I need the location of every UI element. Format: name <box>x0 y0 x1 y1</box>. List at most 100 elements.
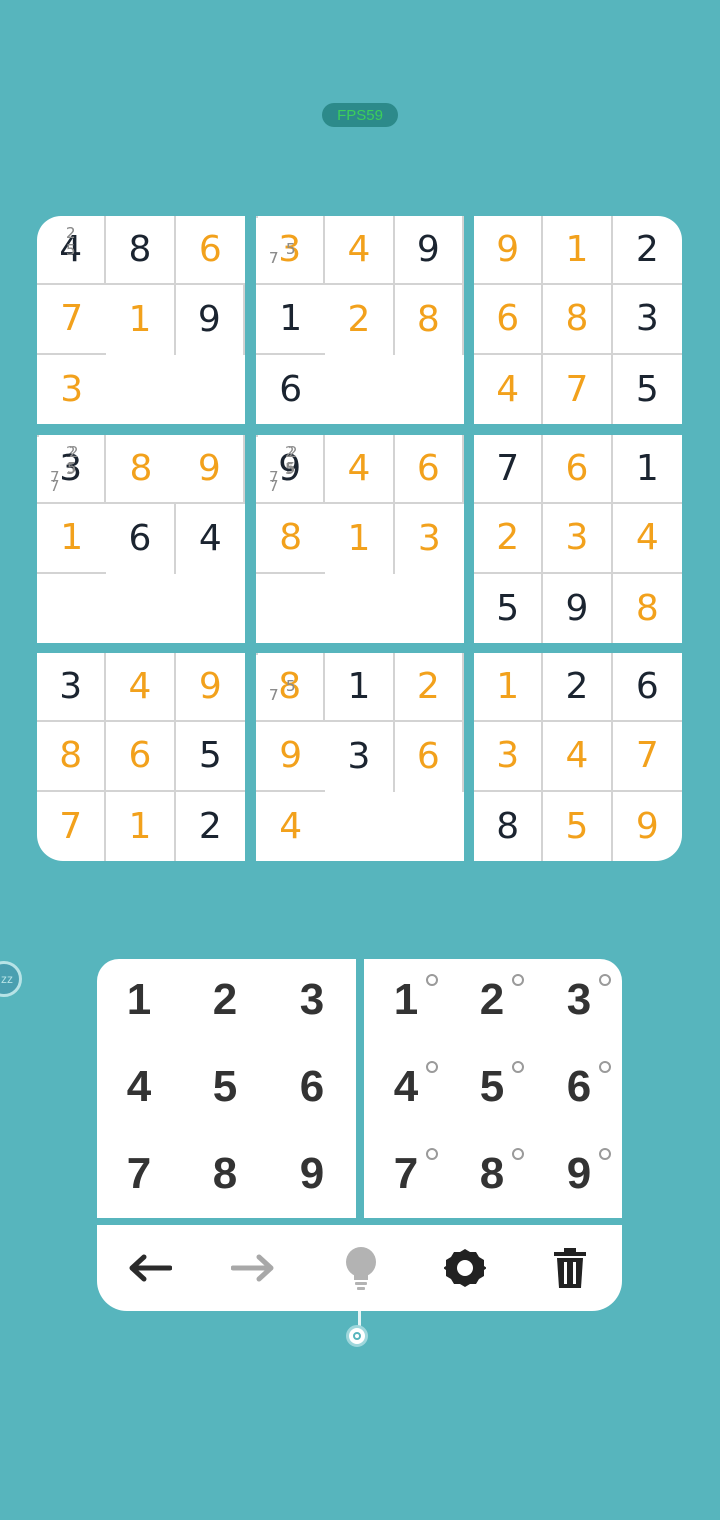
sudoku-cell[interactable]: 6 <box>256 355 325 424</box>
sudoku-cell[interactable]: 1 <box>325 653 395 723</box>
sudoku-cell[interactable]: 8 <box>543 285 613 355</box>
sudoku-cell[interactable]: 4 <box>256 792 325 861</box>
note-key[interactable]: 1 <box>366 960 446 1040</box>
undo-button[interactable] <box>124 1245 174 1291</box>
note-key[interactable]: 4 <box>366 1047 446 1127</box>
sudoku-cell[interactable]: 9 <box>175 435 245 505</box>
sleep-button[interactable]: zz <box>0 961 22 997</box>
sudoku-cell[interactable]: 6 <box>474 285 544 355</box>
sudoku-cell[interactable]: 2 <box>394 653 464 723</box>
sudoku-cell[interactable]: 1 <box>474 653 544 723</box>
sudoku-cell[interactable]: 3 <box>612 285 682 355</box>
sudoku-cell[interactable]: 2 <box>325 285 395 355</box>
number-key[interactable]: 4 <box>99 1047 179 1127</box>
cell-value: 8 <box>279 517 303 559</box>
drag-handle[interactable] <box>346 1325 368 1347</box>
sudoku-cell[interactable]: 4 <box>106 653 176 723</box>
sudoku-cell[interactable]: 4 <box>612 504 682 574</box>
sudoku-cell[interactable]: 1 <box>106 285 176 355</box>
note-key[interactable]: 9 <box>539 1134 619 1214</box>
sudoku-cell[interactable]: 8 <box>37 722 107 792</box>
sudoku-cell[interactable]: 8 <box>395 285 464 355</box>
sudoku-cell[interactable]: 8 <box>613 574 682 643</box>
sudoku-cell[interactable]: 7 <box>612 722 682 792</box>
number-key[interactable]: 7 <box>99 1134 179 1214</box>
hint-button[interactable] <box>336 1245 386 1291</box>
note-key-label: 6 <box>566 1062 592 1111</box>
sudoku-cell[interactable]: 25 <box>37 216 76 258</box>
sudoku-cell[interactable]: 5 <box>543 791 613 861</box>
sudoku-cell[interactable]: 57 <box>256 435 296 485</box>
cell-value: 1 <box>60 517 84 559</box>
sudoku-cell[interactable]: 6 <box>394 435 464 505</box>
number-key[interactable]: 8 <box>185 1134 265 1214</box>
sudoku-cell[interactable]: 8 <box>106 216 176 286</box>
sudoku-cell[interactable]: 57 <box>256 653 296 703</box>
number-key[interactable]: 2 <box>185 960 265 1040</box>
note-key[interactable]: 8 <box>452 1134 532 1214</box>
delete-button[interactable] <box>545 1245 595 1291</box>
sudoku-cell[interactable]: 5 <box>613 355 682 424</box>
sudoku-cell[interactable]: 9 <box>176 285 245 355</box>
sudoku-cell[interactable]: 4 <box>543 722 613 792</box>
sudoku-cell[interactable]: 5 <box>474 573 544 643</box>
sudoku-cell[interactable]: 3 <box>325 722 395 792</box>
note-key[interactable]: 5 <box>452 1047 532 1127</box>
sudoku-cell[interactable]: 4 <box>474 354 544 424</box>
sudoku-cell[interactable]: 2 <box>543 653 613 723</box>
sudoku-cell[interactable]: 9 <box>175 653 245 723</box>
sudoku-cell[interactable]: 9 <box>474 216 544 286</box>
sudoku-cell[interactable]: 8 <box>106 435 176 505</box>
cell-value: 2 <box>416 666 440 708</box>
sudoku-cell[interactable]: 3 <box>37 355 106 424</box>
sudoku-cell[interactable]: 6 <box>106 504 176 574</box>
sudoku-cell[interactable]: 6 <box>395 722 464 792</box>
sudoku-cell[interactable]: 7 <box>474 435 544 505</box>
sudoku-cell[interactable]: 4 <box>325 435 395 505</box>
settings-button[interactable] <box>440 1245 490 1291</box>
sudoku-cell[interactable]: 3 <box>543 504 613 574</box>
note-key[interactable]: 6 <box>539 1047 619 1127</box>
cell-value: 9 <box>197 448 221 490</box>
sudoku-cell[interactable]: 7 <box>543 354 613 424</box>
sudoku-cell[interactable]: 1 <box>256 285 326 355</box>
sudoku-cell[interactable]: 1 <box>37 504 107 574</box>
sudoku-cell[interactable]: 9 <box>543 573 613 643</box>
sudoku-cell[interactable]: 2 <box>612 216 682 286</box>
cell-value: 8 <box>565 298 589 340</box>
sudoku-cell[interactable]: 1 <box>106 791 176 861</box>
sudoku-cell[interactable]: 9 <box>613 792 682 861</box>
note-mode-icon <box>426 1061 438 1073</box>
sudoku-cell[interactable]: 1 <box>543 216 613 286</box>
sudoku-cell[interactable]: 2 <box>474 504 544 574</box>
sudoku-cell[interactable]: 7 <box>37 791 107 861</box>
sudoku-cell[interactable]: 1 <box>325 504 395 574</box>
number-key[interactable]: 3 <box>272 960 352 1040</box>
sudoku-cell[interactable]: 3 <box>474 722 544 792</box>
number-key[interactable]: 6 <box>272 1047 352 1127</box>
sudoku-cell[interactable]: 5 <box>175 722 245 792</box>
sudoku-cell[interactable]: 6 <box>612 653 682 723</box>
note-key[interactable]: 3 <box>539 960 619 1040</box>
sudoku-cell[interactable]: 7 <box>37 285 107 355</box>
number-key[interactable]: 5 <box>185 1047 265 1127</box>
note-key[interactable]: 7 <box>366 1134 446 1214</box>
sudoku-cell[interactable]: 6 <box>175 216 245 286</box>
redo-button[interactable] <box>229 1245 279 1291</box>
number-key[interactable]: 1 <box>99 960 179 1040</box>
sudoku-cell[interactable]: 6 <box>543 435 613 505</box>
sudoku-cell[interactable]: 4 <box>325 216 395 286</box>
sudoku-cell[interactable]: 9 <box>394 216 464 286</box>
sudoku-cell[interactable]: 8 <box>256 504 326 574</box>
number-key[interactable]: 9 <box>272 1134 352 1214</box>
sudoku-cell[interactable]: 9 <box>256 722 326 792</box>
sudoku-cell[interactable]: 3 <box>37 653 107 723</box>
sudoku-cell[interactable]: 1 <box>612 435 682 505</box>
sudoku-cell[interactable]: 8 <box>474 791 544 861</box>
sudoku-cell[interactable]: 2 <box>176 792 245 861</box>
sudoku-cell[interactable]: 57 <box>37 435 77 485</box>
sudoku-cell[interactable]: 3 <box>395 504 464 573</box>
note-key[interactable]: 2 <box>452 960 532 1040</box>
sudoku-cell[interactable]: 6 <box>106 722 176 792</box>
sudoku-cell[interactable]: 4 <box>176 504 245 573</box>
